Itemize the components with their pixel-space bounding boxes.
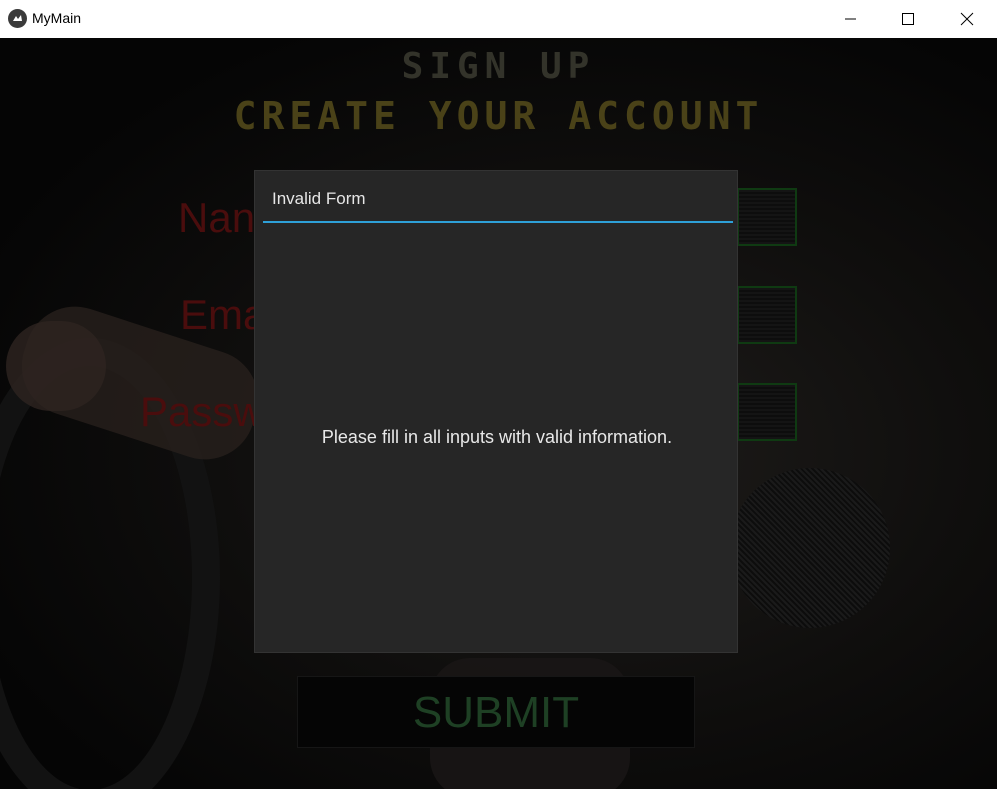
window-title: MyMain [32, 10, 82, 26]
popup-message: Please fill in all inputs with valid inf… [321, 427, 673, 447]
minimize-icon [845, 18, 856, 20]
name-label: Nan [178, 194, 256, 241]
signup-heading: SIGN UP [401, 46, 596, 87]
kivy-app-icon [8, 9, 27, 28]
create-account-heading: CREATE YOUR ACCOUNT [233, 94, 764, 138]
submit-button[interactable]: SUBMIT [297, 676, 695, 748]
email-input[interactable] [737, 286, 797, 344]
close-icon [960, 12, 974, 26]
minimize-button[interactable] [828, 0, 874, 38]
background-seat [730, 468, 890, 628]
popup-title: Invalid Form [272, 189, 366, 208]
maximize-icon [902, 13, 914, 25]
password-label: Passw [140, 388, 264, 435]
name-input[interactable] [737, 188, 797, 246]
window-titlebar: MyMain [0, 0, 997, 38]
password-input[interactable] [737, 383, 797, 441]
invalid-form-popup[interactable]: Invalid Form Please fill in all inputs w… [254, 170, 738, 653]
popup-title-separator [263, 221, 733, 223]
maximize-button[interactable] [885, 0, 931, 38]
close-button[interactable] [944, 0, 990, 38]
background-hand [6, 321, 106, 411]
